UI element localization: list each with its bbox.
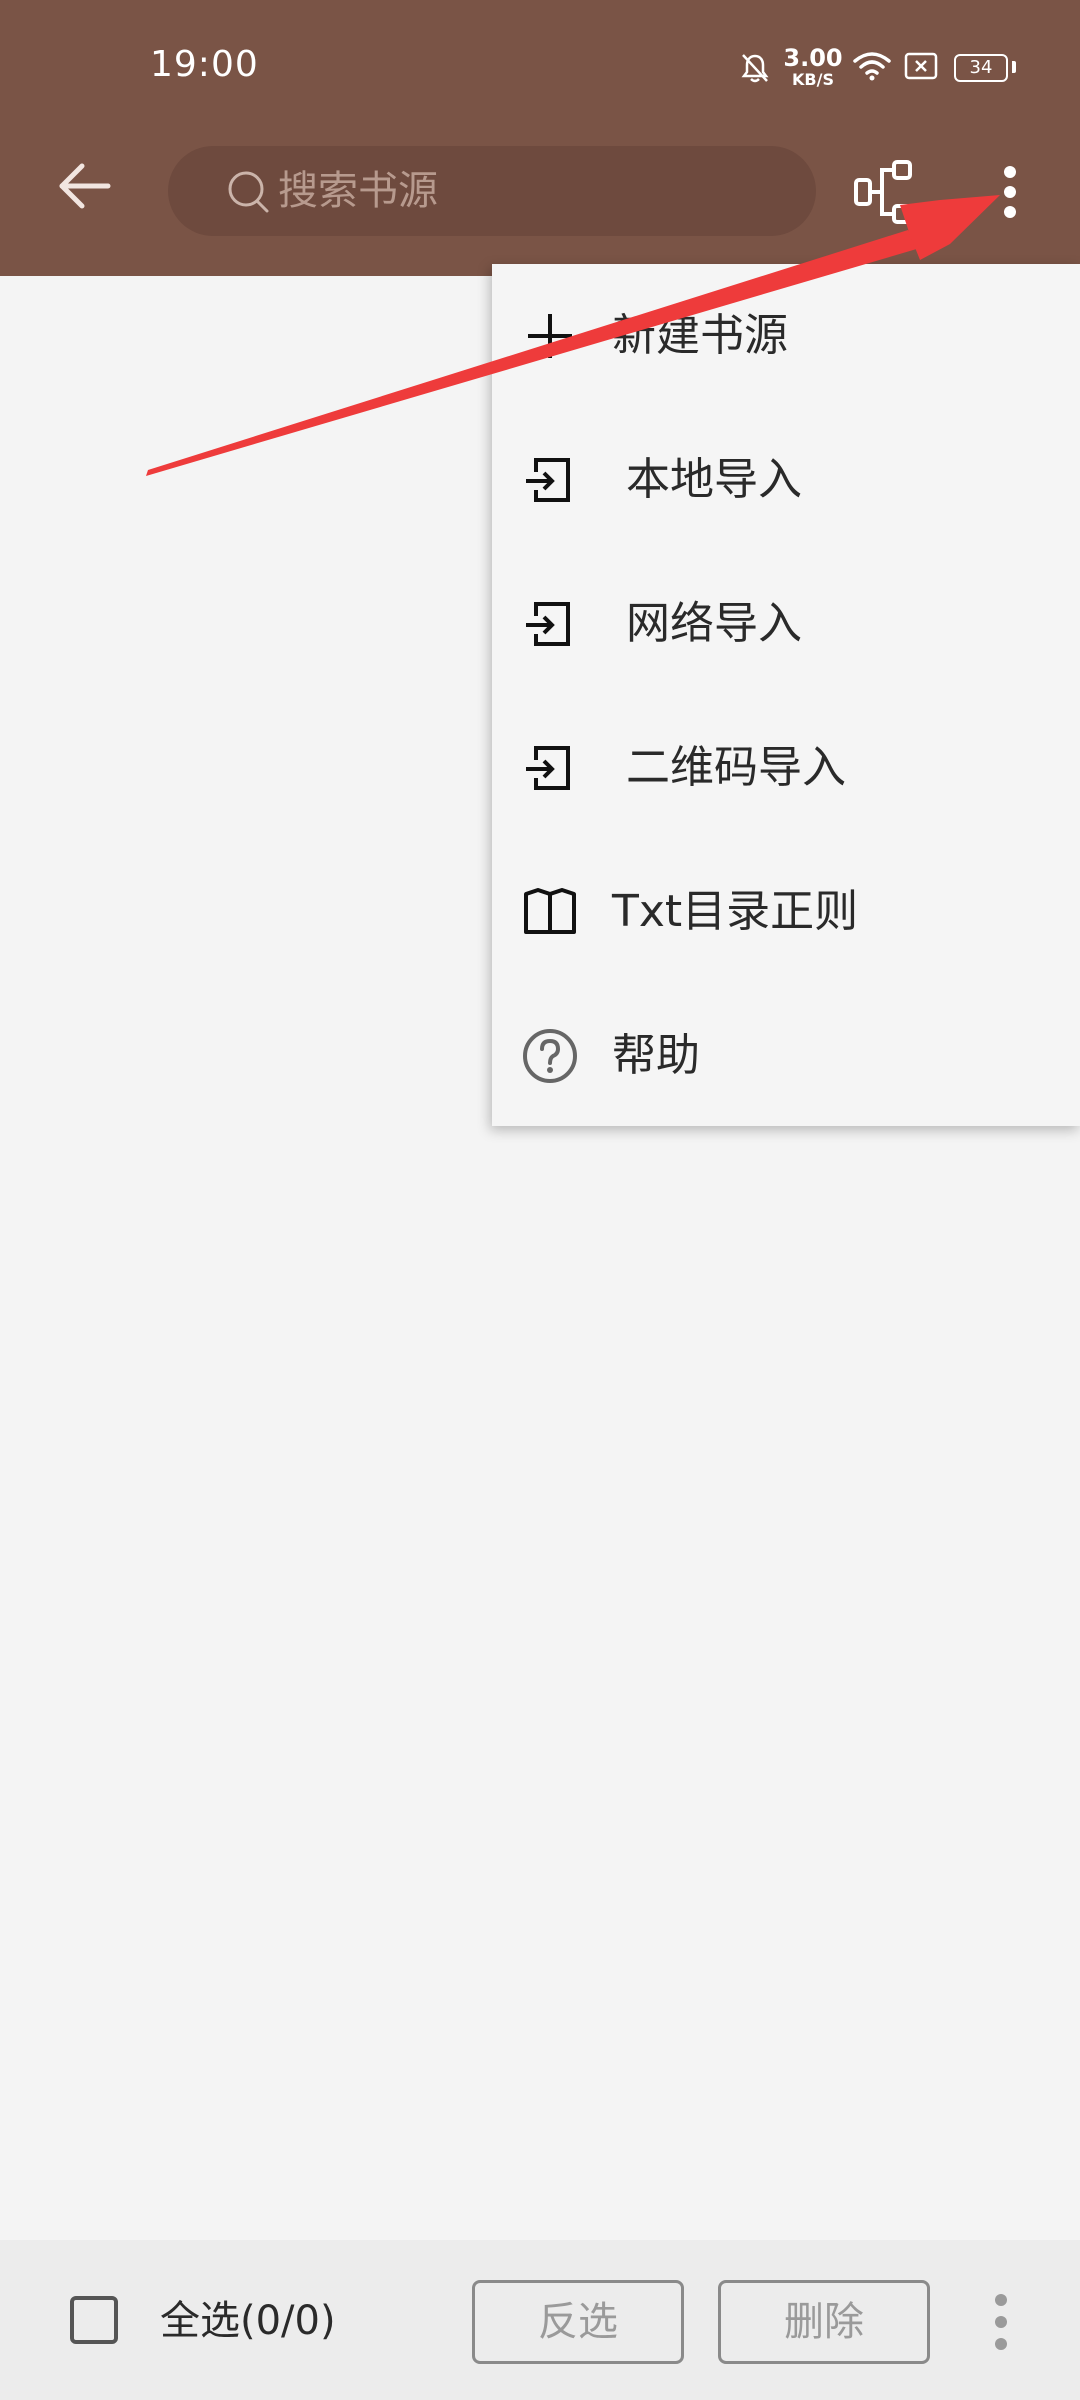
- menu-item-txt-toc-rule[interactable]: Txt目录正则: [492, 840, 1080, 984]
- select-all-checkbox[interactable]: [70, 2296, 118, 2344]
- overflow-menu: 新建书源 本地导入 网络导入 二维码导入 Txt目录正则 帮助: [492, 264, 1080, 1126]
- import-icon: [526, 602, 570, 646]
- bell-off-icon: [741, 54, 769, 83]
- speed-unit: KB/S: [792, 70, 834, 89]
- network-speed: 3.00 KB/S: [778, 46, 848, 88]
- menu-item-help[interactable]: 帮助: [492, 984, 1080, 1128]
- status-icons: 3.00 KB/S 34: [734, 40, 1034, 92]
- battery-tip: [1012, 61, 1016, 73]
- more-dot-icon: [995, 2316, 1007, 2328]
- menu-item-label: 网络导入: [626, 598, 802, 649]
- menu-item-label: 新建书源: [612, 310, 788, 361]
- speed-value: 3.00: [783, 44, 843, 72]
- group-icon[interactable]: [852, 158, 920, 226]
- book-icon: [524, 888, 576, 934]
- no-sim-icon: [904, 52, 938, 80]
- search-box[interactable]: [168, 146, 816, 236]
- more-options-button[interactable]: [990, 160, 1030, 224]
- bottom-more-button[interactable]: [986, 2290, 1016, 2354]
- select-all-label[interactable]: 全选(0/0): [160, 2296, 336, 2346]
- menu-item-label: Txt目录正则: [612, 886, 859, 937]
- menu-item-label: 帮助: [612, 1030, 700, 1081]
- more-dot-icon: [1004, 206, 1016, 218]
- import-icon: [526, 746, 570, 790]
- more-dot-icon: [995, 2338, 1007, 2350]
- plus-icon: [528, 314, 572, 358]
- help-icon: [523, 1029, 577, 1083]
- battery-level: 34: [954, 54, 1008, 82]
- more-dot-icon: [995, 2294, 1007, 2306]
- wifi-icon: [853, 52, 891, 81]
- app-bar: 19:00 3.00 KB/S 34: [0, 0, 1080, 276]
- delete-button[interactable]: 删除: [718, 2280, 930, 2364]
- search-input[interactable]: [278, 146, 778, 236]
- more-dot-icon: [1004, 186, 1016, 198]
- menu-item-qrcode-import[interactable]: 二维码导入: [492, 696, 1080, 840]
- menu-item-label: 二维码导入: [626, 742, 846, 793]
- import-icon: [526, 458, 570, 502]
- menu-item-local-import[interactable]: 本地导入: [492, 408, 1080, 552]
- menu-item-network-import[interactable]: 网络导入: [492, 552, 1080, 696]
- bottom-action-bar: 全选(0/0) 反选 删除: [0, 2240, 1080, 2400]
- back-arrow-icon[interactable]: [48, 150, 120, 222]
- search-icon: [228, 171, 269, 213]
- invert-selection-button[interactable]: 反选: [472, 2280, 684, 2364]
- menu-item-new-source[interactable]: 新建书源: [492, 264, 1080, 408]
- status-time: 19:00: [150, 44, 259, 85]
- more-dot-icon: [1004, 166, 1016, 178]
- menu-item-label: 本地导入: [626, 454, 802, 505]
